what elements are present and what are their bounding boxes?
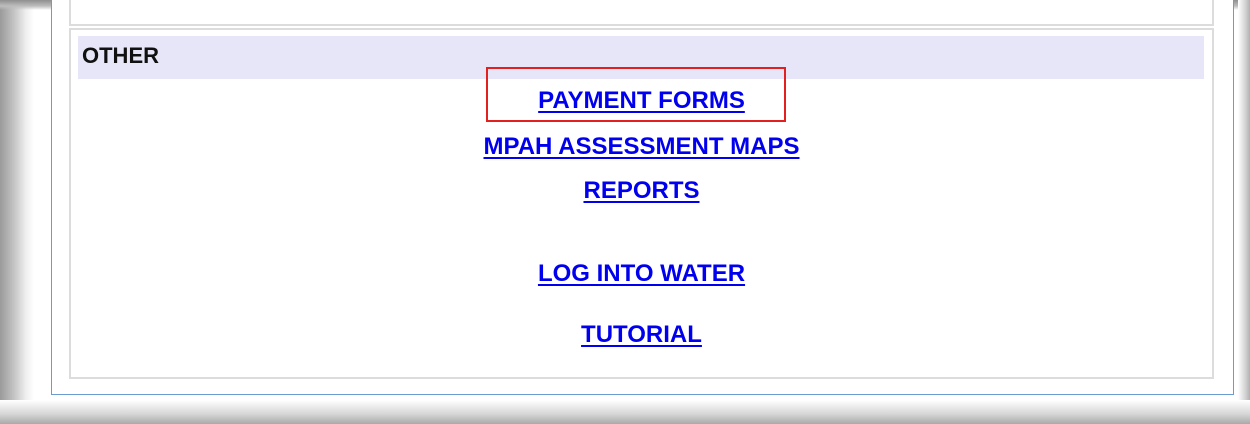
upper-panel [69,0,1214,26]
section-title: OTHER [82,43,159,68]
tutorial-link[interactable]: TUTORIAL [69,320,1214,350]
assessment-maps-link[interactable]: MPAH ASSESSMENT MAPS [69,132,1214,162]
log-into-water-link[interactable]: LOG INTO WATER [69,259,1214,289]
other-section-header: OTHER [78,36,1204,79]
right-shadow [1238,0,1250,424]
reports-link[interactable]: REPORTS [69,176,1214,206]
bottom-shadow [0,400,1250,424]
payment-forms-link[interactable]: PAYMENT FORMS [69,86,1214,116]
